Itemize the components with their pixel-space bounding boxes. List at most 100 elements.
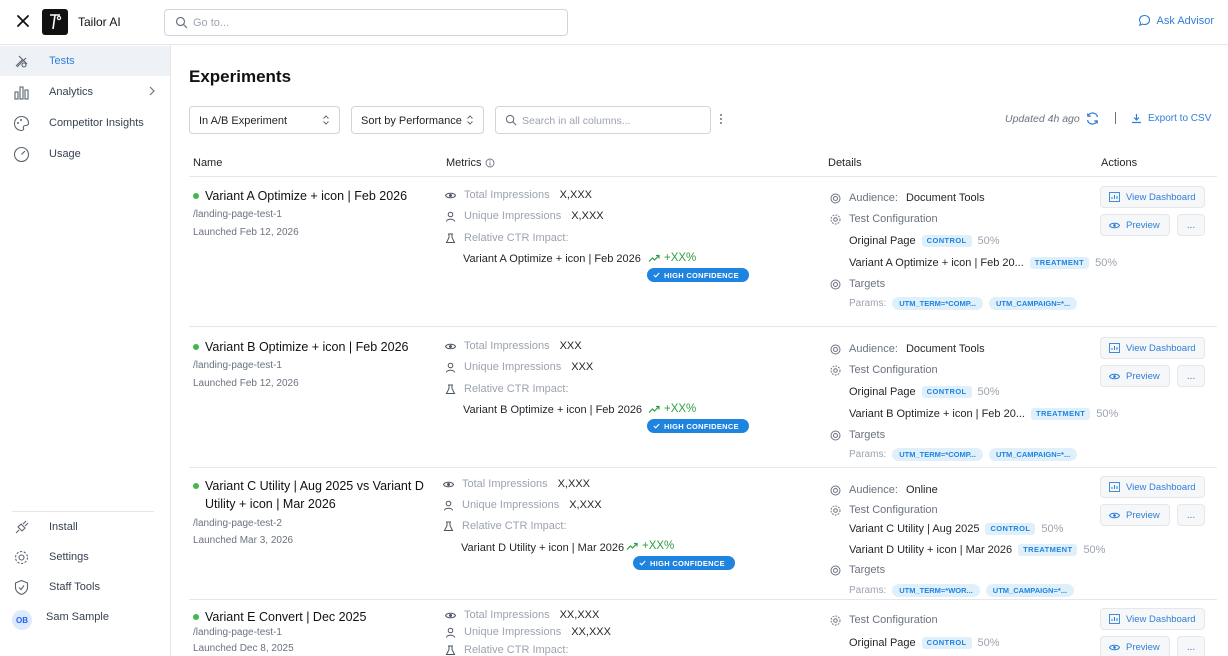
more-actions-button[interactable]: ...	[1177, 636, 1205, 656]
param-pill[interactable]: UTM_TERM=*WOR...	[892, 584, 980, 597]
user-icon	[446, 627, 455, 638]
trend-up-icon	[626, 542, 638, 550]
param-pill[interactable]: UTM_CAMPAIGN=*...	[985, 584, 1075, 597]
page-title: Experiments	[189, 67, 292, 86]
experiment-path: /landing-page-test-2	[193, 518, 282, 529]
badge-label: HIGH CONFIDENCE	[664, 270, 739, 280]
target-icon	[830, 193, 841, 203]
experiment-name[interactable]: Variant E Convert | Dec 2025	[205, 608, 435, 626]
flask-icon	[443, 521, 454, 531]
control-badge: CONTROL	[921, 637, 972, 649]
preview-button[interactable]: Preview	[1100, 214, 1170, 236]
metric-label: Unique Impressions	[464, 626, 562, 638]
target-icon	[830, 279, 841, 289]
more-actions-button[interactable]: ...	[1177, 214, 1205, 236]
eye-icon	[1109, 222, 1120, 228]
goto-search[interactable]	[164, 9, 568, 36]
param-pill[interactable]: UTM_CAMPAIGN=*...	[988, 297, 1078, 310]
param-pill[interactable]: UTM_CAMPAIGN=*...	[988, 448, 1078, 461]
sidebar-item-tests[interactable]: Tests	[0, 46, 170, 76]
more-actions-button[interactable]: ...	[1177, 504, 1205, 526]
chart-icon	[1109, 614, 1120, 624]
config-item: Variant C Utility | Aug 2025 CONTROL 50%	[849, 523, 1063, 535]
eye-icon	[1109, 512, 1120, 518]
sidebar-item-analytics[interactable]: Analytics	[0, 77, 170, 107]
refresh-icon[interactable]	[1085, 111, 1100, 126]
metric-label: Total Impressions	[464, 609, 550, 621]
metric-label: Unique Impressions	[462, 499, 560, 511]
experiment-launched: Launched Dec 8, 2025	[193, 643, 294, 654]
close-icon[interactable]	[14, 12, 32, 30]
column-header-name[interactable]: Name	[193, 157, 222, 169]
preview-button[interactable]: Preview	[1100, 365, 1170, 387]
metric-total-impressions: Total Impressions X,XXX	[445, 189, 592, 201]
experiment-name-line1[interactable]: Variant C Utility | Aug 2025 vs Variant …	[205, 477, 435, 495]
eye-icon	[445, 343, 456, 349]
column-search-input[interactable]	[522, 112, 704, 129]
metric-label: Relative CTR Impact:	[464, 644, 569, 656]
high-confidence-badge: HIGH CONFIDENCE	[647, 268, 749, 282]
flask-icon	[15, 55, 28, 68]
column-header-details[interactable]: Details	[828, 157, 862, 169]
status-dot	[193, 193, 199, 199]
detail-label: Targets	[849, 278, 886, 290]
column-header-actions: Actions	[1101, 157, 1138, 169]
experiment-name[interactable]: Variant A Optimize + icon | Feb 2026	[205, 187, 435, 205]
badge-label: HIGH CONFIDENCE	[650, 558, 725, 568]
check-icon	[653, 423, 660, 429]
export-csv-button[interactable]: Export to CSV	[1131, 113, 1211, 124]
goto-input[interactable]	[193, 14, 553, 32]
column-header-metrics[interactable]: Metrics	[446, 157, 481, 169]
ask-advisor-button[interactable]: Ask Advisor	[1138, 14, 1214, 27]
view-dashboard-button[interactable]: View Dashboard	[1100, 186, 1205, 208]
detail-label: Targets	[849, 564, 886, 576]
column-search[interactable]	[495, 106, 711, 134]
view-dashboard-button[interactable]: View Dashboard	[1100, 608, 1205, 630]
sidebar-item-label: Competitor Insights	[49, 117, 144, 129]
target-icon	[830, 485, 841, 495]
more-vertical-icon[interactable]	[717, 112, 725, 126]
download-icon	[1132, 114, 1141, 124]
gear-icon	[14, 550, 29, 565]
config-pct: 50%	[1096, 408, 1119, 420]
sidebar-item-label: Tests	[49, 55, 75, 67]
target-icon	[830, 430, 841, 440]
sidebar-item-user[interactable]: OB Sam Sample	[0, 602, 170, 632]
sidebar-item-usage[interactable]: Usage	[0, 139, 170, 169]
sidebar-item-staff-tools[interactable]: Staff Tools	[0, 572, 170, 602]
preview-button[interactable]: Preview	[1100, 636, 1170, 656]
more-actions-button[interactable]: ...	[1177, 365, 1205, 387]
filter-select-value: In A/B Experiment	[199, 115, 288, 127]
sidebar-item-settings[interactable]: Settings	[0, 542, 170, 572]
param-pill[interactable]: UTM_TERM=*COMP...	[892, 297, 983, 310]
palette-icon	[13, 115, 30, 132]
config-name: Original Page	[849, 386, 916, 398]
experiment-name[interactable]: Variant B Optimize + icon | Feb 2026	[205, 338, 435, 356]
preview-button[interactable]: Preview	[1100, 504, 1170, 526]
detail-label: Audience:	[849, 192, 898, 204]
sidebar-item-label: Install	[49, 521, 78, 533]
detail-test-configuration: Test Configuration	[830, 504, 938, 516]
high-confidence-badge: HIGH CONFIDENCE	[647, 419, 749, 433]
detail-label: Audience:	[849, 343, 898, 355]
filter-select[interactable]: In A/B Experiment	[189, 106, 340, 134]
sidebar-item-install[interactable]: Install	[0, 512, 170, 542]
bar-chart-icon	[14, 86, 29, 100]
metric-label: Relative CTR Impact:	[464, 383, 569, 395]
settings-icon	[830, 615, 841, 625]
status-dot	[193, 483, 199, 489]
sort-select[interactable]: Sort by Performance	[351, 106, 484, 134]
settings-icon	[830, 214, 841, 224]
view-dashboard-button[interactable]: View Dashboard	[1100, 337, 1205, 359]
export-csv-label: Export to CSV	[1148, 113, 1212, 124]
metric-label: Total Impressions	[462, 478, 548, 490]
view-dashboard-button[interactable]: View Dashboard	[1100, 476, 1205, 498]
param-pill[interactable]: UTM_TERM=*COMP...	[892, 448, 983, 461]
config-pct: 50%	[977, 235, 1000, 247]
experiment-name-line2[interactable]: Utility + icon | Mar 2026	[205, 495, 435, 513]
button-label: View Dashboard	[1126, 342, 1196, 354]
sidebar-item-competitor-insights[interactable]: Competitor Insights	[0, 108, 170, 138]
top-bar: Tailor AI Ask Advisor	[0, 0, 1228, 45]
info-icon[interactable]	[485, 158, 495, 168]
header-divider	[189, 176, 1217, 177]
